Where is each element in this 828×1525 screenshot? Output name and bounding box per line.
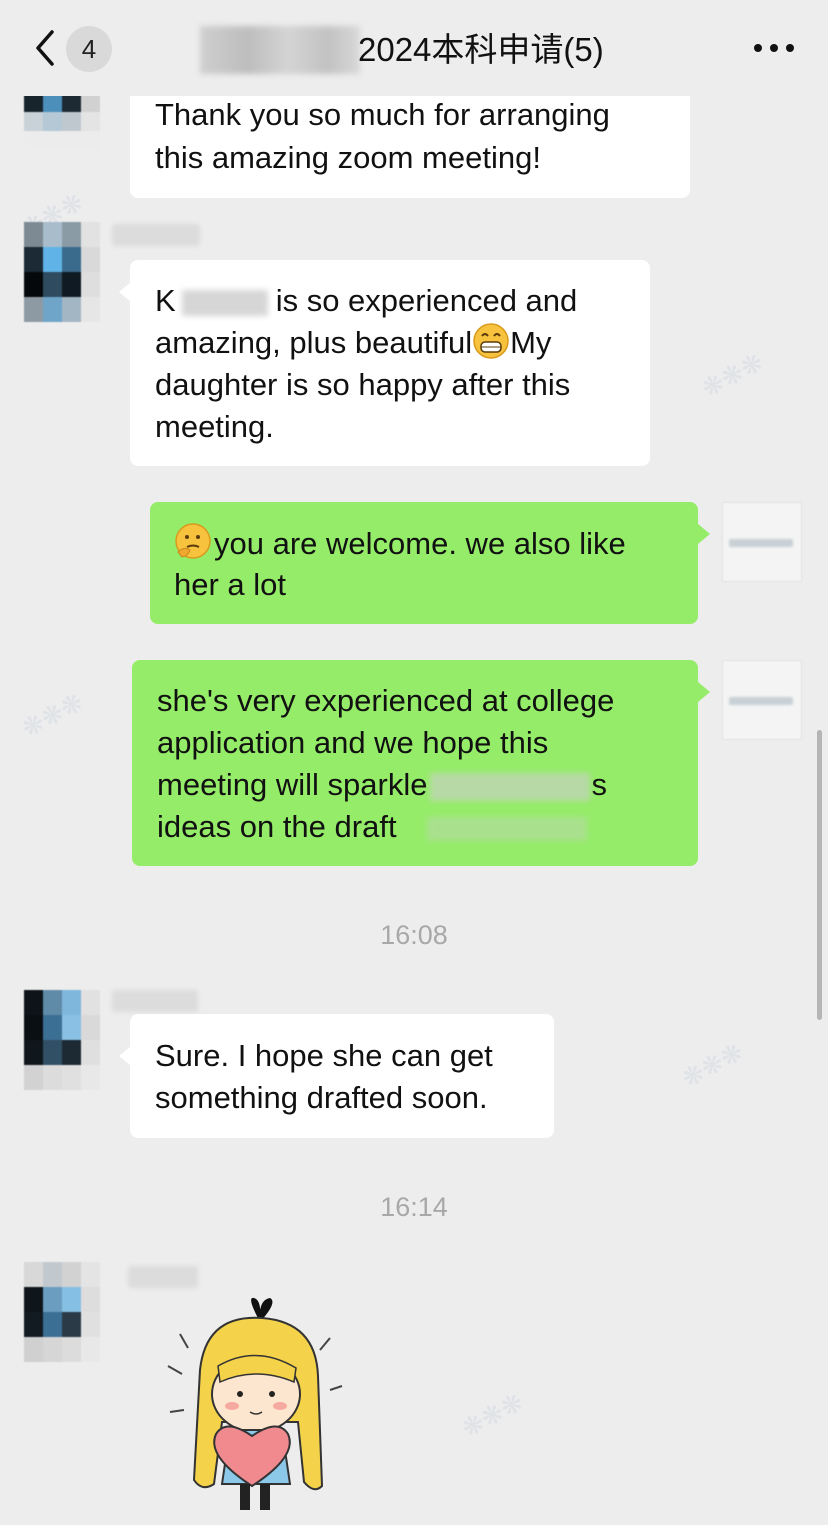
message-text: her a lot — [174, 567, 287, 602]
message-bubble[interactable]: Thank you so much for arranging this ama… — [130, 88, 690, 198]
sticker-line — [319, 1337, 331, 1351]
message-text: you are welcome. we also like — [174, 522, 626, 565]
name-redaction — [429, 772, 590, 801]
message-text-part: is so experienced and — [275, 283, 578, 318]
message-bubble[interactable]: Sure. I hope she can get something draft… — [130, 1014, 554, 1138]
message-text: application and we hope this — [157, 725, 549, 760]
watermark: ❋❋❋ — [696, 346, 769, 404]
name-redaction — [181, 289, 268, 316]
bubble-tail — [698, 682, 710, 702]
back-button[interactable]: 4 — [28, 26, 118, 72]
sticker-line — [329, 1385, 343, 1391]
message-text: meeting will sparkle s — [157, 764, 607, 806]
message-text-part: K — [155, 283, 176, 318]
sticker-line — [167, 1365, 183, 1375]
my-avatar[interactable] — [722, 660, 802, 740]
message-text-part: My — [510, 325, 552, 360]
message-bubble[interactable]: she's very experienced at college applic… — [132, 660, 698, 866]
sender-name-redacted — [112, 990, 198, 1012]
my-avatar[interactable] — [722, 502, 802, 582]
message-text: Kis so experienced and — [155, 280, 577, 322]
message-text: she's very experienced at college — [157, 683, 615, 718]
message-bubble[interactable]: Kis so experienced and amazing, plus bea… — [130, 260, 650, 466]
message-bubble[interactable]: you are welcome. we also like her a lot — [150, 502, 698, 624]
unread-count-badge: 4 — [66, 26, 112, 72]
message-text-part: amazing, plus beautiful — [155, 325, 473, 360]
more-button[interactable] — [752, 30, 796, 66]
more-dots-icon — [754, 44, 762, 52]
scrollbar[interactable] — [817, 730, 822, 1020]
bubble-tail — [698, 524, 710, 544]
message-text: something drafted soon. — [155, 1080, 488, 1115]
message-text-part: meeting will sparkle — [157, 767, 428, 802]
sender-name-redacted — [112, 224, 200, 246]
avatar[interactable] — [24, 990, 100, 1090]
watermark: ❋❋❋ — [676, 1036, 749, 1094]
message-text: this amazing zoom meeting! — [155, 140, 541, 175]
more-dots-icon-dot — [770, 44, 778, 52]
sticker-line — [179, 1333, 189, 1349]
message-text: Thank you so much for arranging — [155, 97, 610, 132]
message-text: ideas on the draft — [157, 806, 587, 848]
message-text: Sure. I hope she can get — [155, 1038, 493, 1073]
avatar-logo-text — [729, 539, 793, 547]
watermark: ❋❋❋ — [456, 1386, 529, 1444]
avatar-logo-text — [729, 697, 793, 705]
timestamp: 16:14 — [380, 1192, 448, 1222]
chevron-left-icon — [36, 30, 54, 66]
message-text: meeting. — [155, 409, 274, 444]
message-text: amazing, plus beautiful My — [155, 322, 551, 364]
avatar[interactable] — [24, 222, 100, 322]
sticker-blush — [273, 1402, 287, 1410]
chat-title[interactable]: 2024本科申请(5) — [358, 26, 604, 74]
sticker-leg — [260, 1484, 270, 1510]
title-redaction — [200, 26, 360, 74]
sender-name-redacted — [128, 1266, 198, 1288]
message-text: daughter is so happy after this — [155, 367, 571, 402]
girl-holding-heart-sticker[interactable] — [160, 1290, 350, 1520]
thinking-emoji-icon — [175, 523, 211, 559]
sticker-leg — [240, 1484, 250, 1510]
message-text-part: you are welcome. we also like — [214, 526, 626, 561]
sticker-blush — [225, 1402, 239, 1410]
sticker-eye — [269, 1391, 275, 1397]
avatar[interactable] — [24, 1262, 100, 1362]
sticker-line — [169, 1409, 185, 1413]
name-redaction — [426, 816, 587, 841]
timestamp: 16:08 — [380, 920, 448, 950]
chat-header: 4 2024本科申请(5) — [0, 0, 828, 96]
watermark: ❋❋❋ — [16, 686, 89, 744]
message-text-part: ideas on the draft — [157, 809, 397, 844]
grinning-emoji-icon — [473, 323, 509, 359]
message-text-part: s — [591, 767, 608, 802]
more-dots-icon-dot — [786, 44, 794, 52]
sticker-eye — [237, 1391, 243, 1397]
